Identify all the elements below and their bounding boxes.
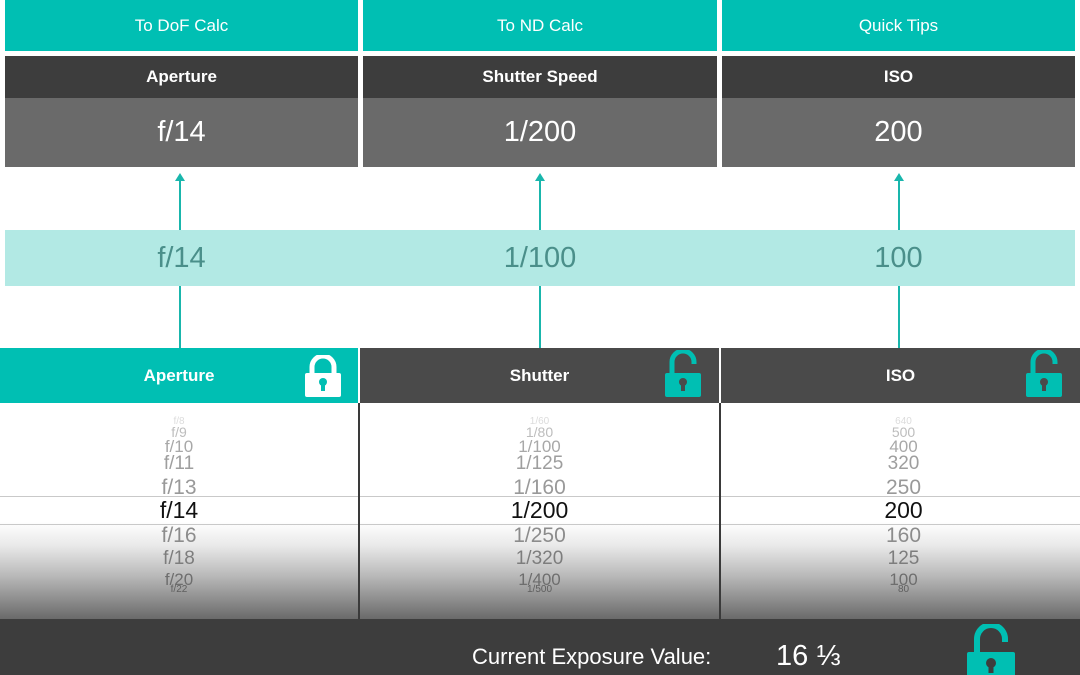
picker-item[interactable]: 1/160 — [360, 477, 719, 498]
result-iso-value: 200 — [722, 98, 1075, 167]
lock-open-icon[interactable] — [1024, 350, 1064, 397]
picker-item[interactable]: 1/500 — [360, 585, 719, 595]
picker-item-selected[interactable]: f/14 — [0, 499, 358, 522]
shutter-picker-wheel[interactable]: 1/60 1/80 1/100 1/125 1/160 1/200 1/250 1/320 1/… — [360, 403, 719, 619]
metered-aperture-value: f/14 — [157, 241, 206, 274]
lock-open-icon[interactable] — [663, 350, 703, 397]
connector-line — [539, 180, 541, 230]
picker-item[interactable]: f/22 — [0, 585, 358, 595]
picker-item-selected[interactable]: 1/200 — [360, 499, 719, 522]
picker-item[interactable]: 80 — [721, 585, 1080, 595]
to-nd-calc-button[interactable]: To ND Calc — [363, 0, 717, 51]
metered-shutter-value: 1/100 — [503, 241, 577, 274]
lock-closed-icon[interactable] — [303, 355, 343, 397]
result-aperture-label: Aperture — [5, 56, 358, 98]
metered-iso-value: 100 — [874, 241, 923, 274]
picker-item[interactable]: 320 — [721, 454, 1080, 473]
exposure-value-label: Current Exposure Value: — [472, 644, 712, 669]
result-iso-label: ISO — [722, 56, 1075, 98]
iso-picker-wheel[interactable]: 640 500 400 320 250 200 160 125 100 80 — [721, 403, 1080, 619]
picker-item[interactable]: f/13 — [0, 477, 358, 498]
picker-item[interactable]: f/16 — [0, 525, 358, 546]
picker-item[interactable]: f/11 — [0, 454, 358, 473]
to-dof-calc-button[interactable]: To DoF Calc — [5, 0, 358, 51]
picker-item[interactable]: 125 — [721, 549, 1080, 568]
connector-line — [179, 180, 181, 230]
connector-line — [898, 180, 900, 230]
quick-tips-button[interactable]: Quick Tips — [722, 0, 1075, 51]
connector-line — [898, 286, 900, 348]
picker-item[interactable]: 250 — [721, 477, 1080, 498]
aperture-picker-wheel[interactable]: f/8 f/9 f/10 f/11 f/13 f/14 f/16 f/18 f/20 f/22 — [0, 403, 358, 619]
ev-lock-open-icon[interactable] — [966, 624, 1016, 675]
exposure-value: 16 ⅓ — [776, 640, 841, 672]
connector-line — [539, 286, 541, 348]
result-shutter-label: Shutter Speed — [363, 56, 717, 98]
picker-item[interactable]: f/18 — [0, 549, 358, 568]
picker-item[interactable]: 1/320 — [360, 549, 719, 568]
picker-item[interactable]: 1/250 — [360, 525, 719, 546]
picker-item[interactable]: 1/125 — [360, 454, 719, 473]
result-shutter-value: 1/200 — [363, 98, 717, 167]
picker-item[interactable]: 160 — [721, 525, 1080, 546]
result-aperture-value: f/14 — [5, 98, 358, 167]
picker-item-selected[interactable]: 200 — [721, 499, 1080, 522]
connector-line — [179, 286, 181, 348]
